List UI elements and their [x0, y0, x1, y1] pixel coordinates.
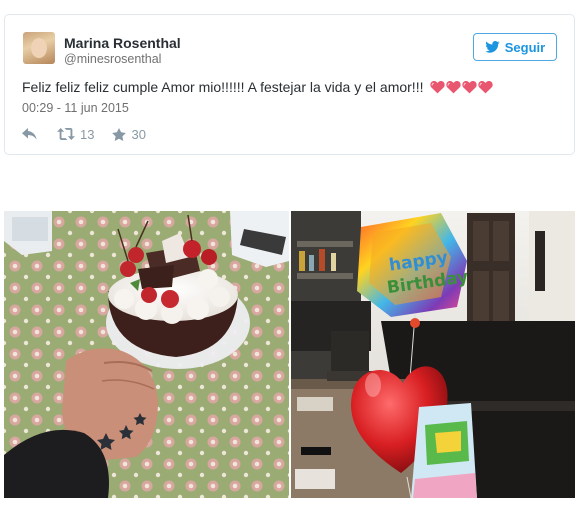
author-name[interactable]: Marina Rosenthal [64, 35, 181, 51]
star-icon [112, 127, 127, 141]
tweet-card: Marina Rosenthal @minesrosenthal Seguir … [4, 14, 575, 155]
retweet-button[interactable]: 13 [57, 127, 94, 142]
twitter-bird-icon [485, 41, 500, 53]
like-button[interactable]: 30 [112, 126, 146, 142]
tweet-actions: 13 30 [22, 126, 146, 142]
retweet-count: 13 [80, 126, 95, 142]
heart-emojis [430, 80, 494, 94]
heart-emoji-icon [446, 80, 462, 94]
tweet-text: Feliz feliz feliz cumple Amor mio!!!!!! … [22, 79, 494, 95]
retweet-icon [57, 128, 75, 140]
photo-cake[interactable] [4, 211, 289, 498]
tweet-text-content: Feliz feliz feliz cumple Amor mio!!!!!! … [22, 79, 424, 95]
reply-button[interactable] [22, 128, 37, 140]
heart-emoji-icon [462, 80, 478, 94]
like-count: 30 [131, 126, 146, 142]
reply-icon [22, 128, 37, 140]
photo-balloons[interactable]: happy Birthday [291, 211, 575, 498]
author-handle[interactable]: @minesrosenthal [64, 52, 161, 66]
heart-emoji-icon [478, 80, 494, 94]
tweet-photos: happy Birthday [4, 211, 575, 498]
follow-label: Seguir [504, 39, 546, 55]
follow-button[interactable]: Seguir [473, 33, 557, 61]
avatar[interactable] [23, 32, 55, 64]
heart-emoji-icon [430, 80, 446, 94]
tweet-timestamp[interactable]: 00:29 - 11 jun 2015 [22, 101, 129, 115]
